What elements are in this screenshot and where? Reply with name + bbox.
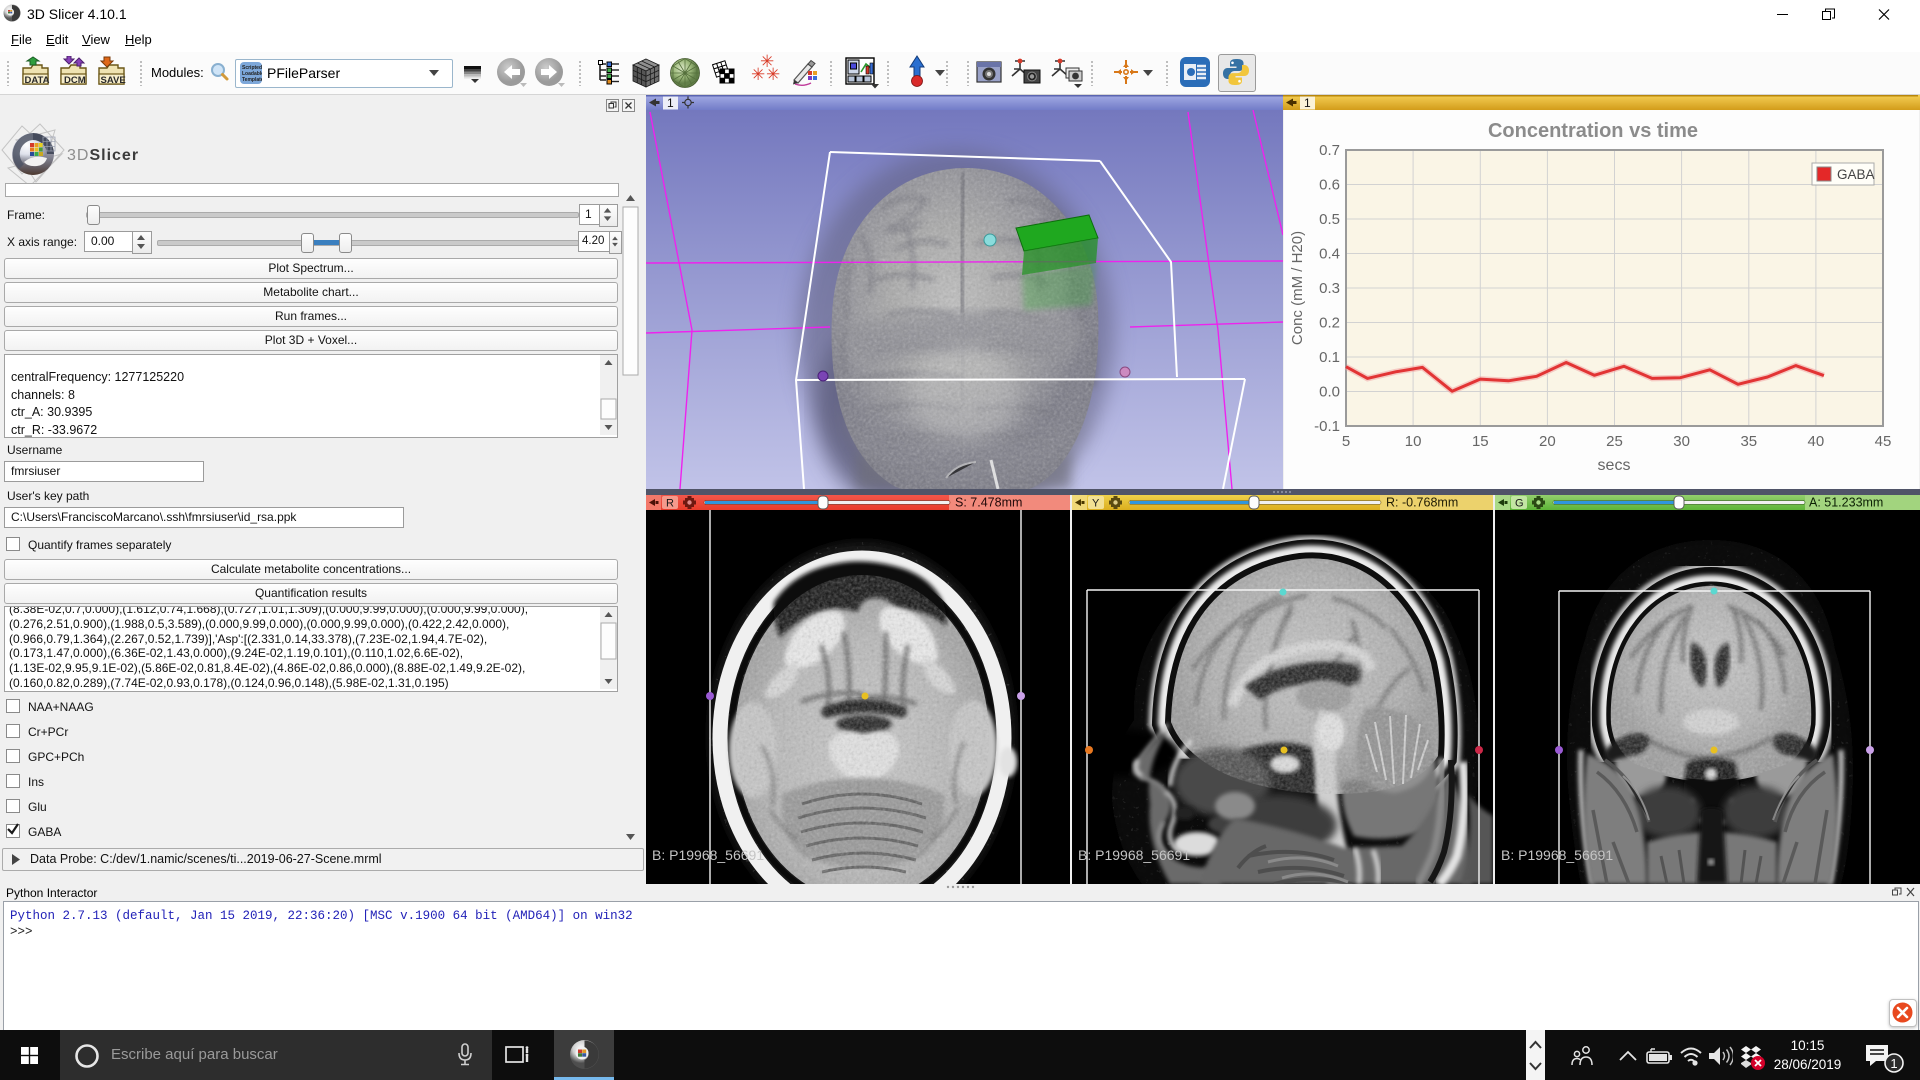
svg-text:B: P19968_56691: B: P19968_56691 <box>652 847 764 863</box>
svg-text:1: 1 <box>1890 1056 1897 1071</box>
svg-text:0.1: 0.1 <box>1319 349 1340 366</box>
svg-text:R: R <box>666 498 674 510</box>
svg-text:A: 51.233mm: A: 51.233mm <box>1809 496 1883 510</box>
svg-text:0.5: 0.5 <box>1319 211 1340 228</box>
svg-text:-0.1: -0.1 <box>1314 418 1340 435</box>
svg-text:secs: secs <box>1598 457 1631 474</box>
svg-text:40: 40 <box>1808 433 1825 450</box>
svg-text:1: 1 <box>1304 96 1311 110</box>
svg-text:B: P19968_56691: B: P19968_56691 <box>1078 847 1190 863</box>
svg-text:Template: Template <box>242 77 262 83</box>
svg-text:GABA: GABA <box>1837 167 1875 182</box>
svg-text:Conc (mM / H20): Conc (mM / H20) <box>1289 231 1306 345</box>
svg-text:10: 10 <box>1405 433 1422 450</box>
svg-text:Y: Y <box>1092 498 1100 510</box>
svg-text:1: 1 <box>667 96 674 110</box>
svg-text:30: 30 <box>1673 433 1690 450</box>
svg-text:B: P19968_56691: B: P19968_56691 <box>1501 847 1613 863</box>
svg-text:35: 35 <box>1740 433 1757 450</box>
svg-text:5: 5 <box>1342 433 1350 450</box>
svg-text:0.3: 0.3 <box>1319 280 1340 297</box>
svg-text:DCM: DCM <box>64 75 86 86</box>
svg-text:0.7: 0.7 <box>1319 142 1340 159</box>
svg-text:25: 25 <box>1606 433 1623 450</box>
svg-text:45: 45 <box>1875 433 1892 450</box>
svg-text:15: 15 <box>1472 433 1489 450</box>
svg-text:Concentration vs time: Concentration vs time <box>1488 120 1698 142</box>
svg-text:0.2: 0.2 <box>1319 315 1340 332</box>
svg-text:SAVE: SAVE <box>101 75 126 86</box>
svg-text:DATA: DATA <box>25 75 50 86</box>
svg-text:0.4: 0.4 <box>1319 246 1340 263</box>
svg-text:20: 20 <box>1539 433 1556 450</box>
svg-text:R: -0.768mm: R: -0.768mm <box>1386 496 1458 510</box>
svg-text:3DSlicer: 3DSlicer <box>67 147 139 164</box>
svg-text:G: G <box>1515 498 1524 510</box>
svg-text:S: 7.478mm: S: 7.478mm <box>955 496 1022 510</box>
svg-text:0.0: 0.0 <box>1319 384 1340 401</box>
svg-text:0.6: 0.6 <box>1319 177 1340 194</box>
